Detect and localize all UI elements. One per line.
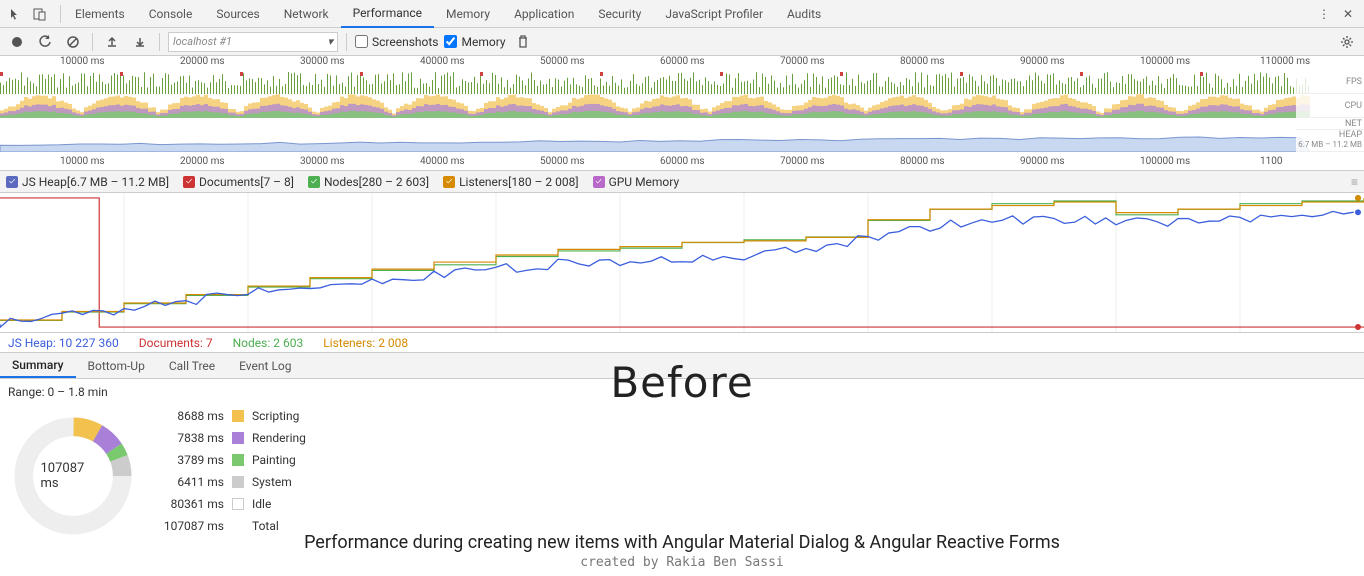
breakdown-row: 8688 msScripting: [158, 405, 306, 427]
counter-listeners: Listeners: 2 008: [323, 336, 408, 350]
breakdown-row: 6411 msSystem: [158, 471, 306, 493]
legend-menu-icon[interactable]: ≡: [1351, 175, 1358, 189]
collect-garbage-button[interactable]: [512, 31, 534, 53]
counter-jsheap: JS Heap: 10 227 360: [8, 336, 119, 350]
image-caption: Performance during creating new items wi…: [0, 532, 1364, 570]
save-profile-button[interactable]: [129, 31, 151, 53]
tab-javascript-profiler[interactable]: JavaScript Profiler: [653, 0, 775, 28]
record-button[interactable]: [6, 31, 28, 53]
legend-item[interactable]: ✓Nodes[280 – 2 603]: [308, 175, 429, 189]
donut-center-label: 107087 ms: [41, 461, 106, 491]
devtools-tabstrip: ElementsConsoleSourcesNetworkPerformance…: [0, 0, 1364, 28]
breakdown-row: 3789 msPainting: [158, 449, 306, 471]
caption-credit: created by Rakia Ben Sassi: [0, 555, 1364, 570]
subtab-summary[interactable]: Summary: [0, 353, 76, 378]
legend-item[interactable]: ✓Listeners[180 – 2 008]: [443, 175, 579, 189]
track-label-fps: FPS: [1296, 70, 1364, 94]
summary-table: 8688 msScripting7838 msRendering3789 msP…: [158, 405, 306, 537]
memory-legend: ✓JS Heap[6.7 MB – 11.2 MB] ✓Documents[7 –…: [0, 171, 1364, 193]
counter-bar: JS Heap: 10 227 360 Documents: 7 Nodes: …: [0, 333, 1364, 353]
track-label-heap: HEAP6.7 MB – 11.2 MB: [1296, 130, 1364, 152]
breakdown-row: 80361 msIdle: [158, 493, 306, 515]
tab-performance[interactable]: Performance: [341, 0, 434, 28]
tab-sources[interactable]: Sources: [204, 0, 271, 28]
tab-security[interactable]: Security: [586, 0, 653, 28]
inspect-icon[interactable]: [4, 2, 28, 26]
tab-console[interactable]: Console: [137, 0, 205, 28]
summary-donut: 107087 ms: [8, 411, 138, 541]
counter-nodes: Nodes: 2 603: [233, 336, 304, 350]
tab-memory[interactable]: Memory: [434, 0, 502, 28]
recording-select[interactable]: localhost #1▾: [168, 32, 338, 52]
legend-item[interactable]: ✓Documents[7 – 8]: [183, 175, 294, 189]
subtab-event-log[interactable]: Event Log: [227, 353, 303, 378]
tab-application[interactable]: Application: [502, 0, 586, 28]
details-tabs: SummaryBottom-UpCall TreeEvent Log: [0, 353, 1364, 379]
load-profile-button[interactable]: [101, 31, 123, 53]
track-label-net: NET: [1296, 118, 1364, 130]
close-icon[interactable]: ✕: [1336, 2, 1360, 26]
legend-item[interactable]: ✓JS Heap[6.7 MB – 11.2 MB]: [6, 175, 169, 189]
clear-button[interactable]: [62, 31, 84, 53]
breakdown-row: 7838 msRendering: [158, 427, 306, 449]
device-toggle-icon[interactable]: [28, 2, 52, 26]
panel-tabs: ElementsConsoleSourcesNetworkPerformance…: [63, 0, 833, 28]
reload-button[interactable]: [34, 31, 56, 53]
settings-gear-icon[interactable]: [1336, 31, 1358, 53]
recording-select-value: localhost #1: [173, 35, 232, 48]
tab-elements[interactable]: Elements: [63, 0, 137, 28]
perf-toolbar: localhost #1▾ Screenshots Memory: [0, 28, 1364, 56]
summary-panel: 107087 ms 8688 msScripting7838 msRenderi…: [0, 399, 1364, 547]
overview-pane[interactable]: 10000 ms20000 ms30000 ms40000 ms50000 ms…: [0, 56, 1364, 171]
range-text: Range: 0 – 1.8 min: [0, 379, 1364, 399]
track-label-cpu: CPU: [1296, 94, 1364, 118]
subtab-call-tree[interactable]: Call Tree: [157, 353, 227, 378]
tab-network[interactable]: Network: [272, 0, 341, 28]
screenshots-checkbox[interactable]: Screenshots: [355, 35, 438, 49]
caption-title: Performance during creating new items wi…: [0, 532, 1364, 553]
subtab-bottom-up[interactable]: Bottom-Up: [76, 353, 157, 378]
kebab-menu-icon[interactable]: ⋮: [1312, 2, 1336, 26]
memory-checkbox[interactable]: Memory: [444, 35, 505, 49]
legend-item[interactable]: ✓GPU Memory: [593, 175, 680, 189]
counter-docs: Documents: 7: [139, 336, 213, 350]
memory-chart[interactable]: [0, 193, 1364, 333]
tab-audits[interactable]: Audits: [775, 0, 833, 28]
